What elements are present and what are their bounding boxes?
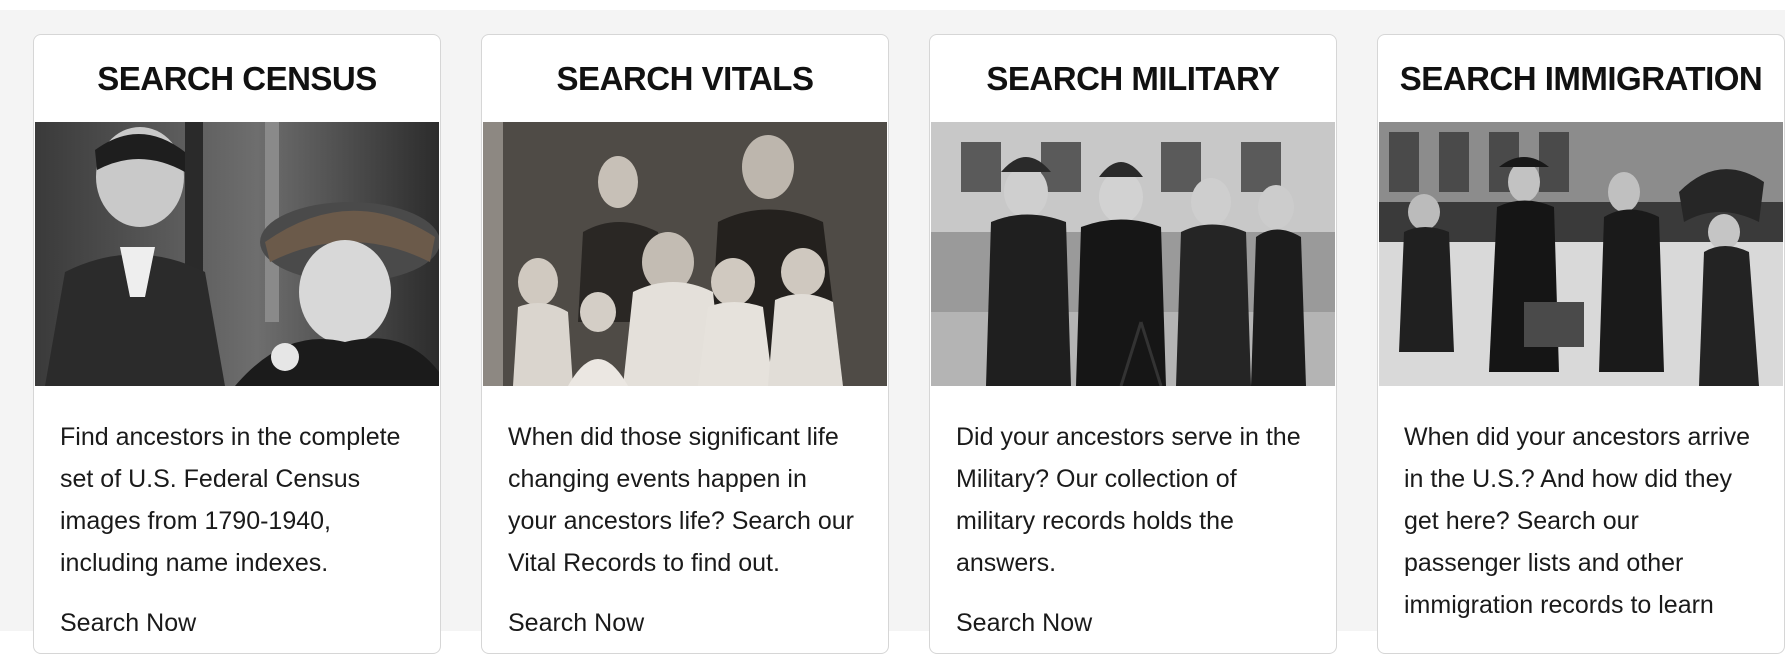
census-photo[interactable] (35, 122, 439, 386)
immigration-photo[interactable] (1379, 122, 1783, 386)
card-title[interactable]: SEARCH CENSUS (34, 35, 440, 122)
vitals-photo[interactable] (483, 122, 887, 386)
card-description: Did your ancestors serve in the Military… (956, 423, 1301, 577)
search-cards-section: SEARCH CENSUS Find ancestors in the comp… (0, 10, 1785, 654)
military-photo[interactable] (931, 122, 1335, 386)
card-description: Find ancestors in the complete set of U.… (60, 423, 401, 577)
card-search-vitals[interactable]: SEARCH VITALS When did those significant… (481, 34, 889, 654)
search-now-link[interactable]: Search Now (930, 584, 1336, 644)
card-search-census[interactable]: SEARCH CENSUS Find ancestors in the comp… (33, 34, 441, 654)
card-search-immigration[interactable]: SEARCH IMMIGRATION When did your ancesto… (1377, 34, 1785, 654)
card-description: When did your ancestors arrive in the U.… (1404, 423, 1750, 619)
card-title[interactable]: SEARCH VITALS (482, 35, 888, 122)
card-title[interactable]: SEARCH MILITARY (930, 35, 1336, 122)
card-description: When did those significant life changing… (508, 423, 855, 577)
card-title[interactable]: SEARCH IMMIGRATION (1378, 35, 1784, 122)
search-now-link[interactable]: Search Now (34, 584, 440, 644)
search-now-link[interactable]: Search Now (482, 584, 888, 644)
card-search-military[interactable]: SEARCH MILITARY Did your ancestors serve… (929, 34, 1337, 654)
